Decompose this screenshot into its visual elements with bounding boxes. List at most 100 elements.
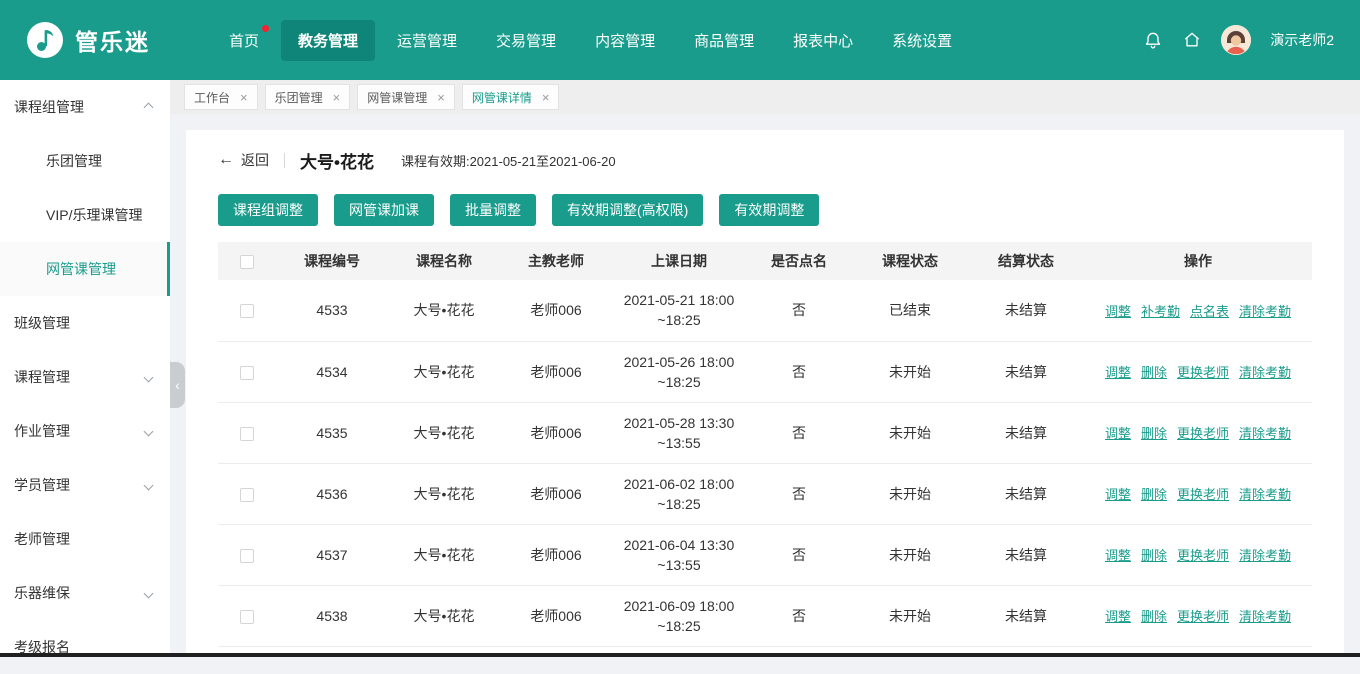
roll-call-cell: 否 xyxy=(746,402,852,463)
row-checkbox[interactable] xyxy=(240,427,254,441)
add-online-course-button[interactable]: 网管课加课 xyxy=(334,194,434,226)
change-teacher-link[interactable]: 更换老师 xyxy=(1177,545,1229,564)
nav-item-content[interactable]: 内容管理 xyxy=(578,20,672,61)
row-checkbox[interactable] xyxy=(240,549,254,563)
column-header: 上课日期 xyxy=(612,242,746,280)
course-id-cell: 4538 xyxy=(276,585,388,646)
validity-adjust-privileged-button[interactable]: 有效期调整(高权限) xyxy=(552,194,703,226)
sidebar-item-label: 课程管理 xyxy=(14,367,145,387)
sidebar-item-homework-mgmt[interactable]: 作业管理 xyxy=(0,404,170,458)
close-icon[interactable]: × xyxy=(240,91,248,104)
row-checkbox[interactable] xyxy=(240,610,254,624)
home-icon[interactable] xyxy=(1182,30,1202,50)
course-name-cell: 大号•花花 xyxy=(388,585,500,646)
delete-link[interactable]: 删除 xyxy=(1141,362,1167,381)
change-teacher-link[interactable]: 更换老师 xyxy=(1177,423,1229,442)
nav-item-operations[interactable]: 运营管理 xyxy=(380,20,474,61)
adjust-link[interactable]: 调整 xyxy=(1105,545,1131,564)
makeup-attendance-link[interactable]: 补考勤 xyxy=(1141,301,1180,320)
avatar[interactable] xyxy=(1221,25,1251,55)
column-header: 主教老师 xyxy=(500,242,612,280)
bell-icon[interactable] xyxy=(1143,30,1163,50)
roll-call-cell: 否 xyxy=(746,280,852,341)
date-cell: 2021-05-21 18:00~18:25 xyxy=(612,280,746,341)
logo-icon xyxy=(26,21,64,59)
sidebar-item-student-mgmt[interactable]: 学员管理 xyxy=(0,458,170,512)
course-table: 课程编号课程名称主教老师上课日期是否点名课程状态结算状态操作 4533大号•花花… xyxy=(218,242,1312,647)
sidebar-item-class-mgmt[interactable]: 班级管理 xyxy=(0,296,170,350)
delete-link[interactable]: 删除 xyxy=(1141,423,1167,442)
sidebar-collapse-handle[interactable]: ‹ xyxy=(170,362,185,408)
course-name-cell: 大号•花花 xyxy=(388,280,500,341)
adjust-link[interactable]: 调整 xyxy=(1105,484,1131,503)
adjust-link[interactable]: 调整 xyxy=(1105,301,1131,320)
nav-item-system-settings[interactable]: 系统设置 xyxy=(875,20,969,61)
sidebar-item-online-course-mgmt[interactable]: 网管课管理 xyxy=(0,242,170,296)
app-header: 管乐迷 首页教务管理运营管理交易管理内容管理商品管理报表中心系统设置 演示老师2 xyxy=(0,0,1360,80)
clear-attendance-link[interactable]: 清除考勤 xyxy=(1239,362,1291,381)
row-checkbox[interactable] xyxy=(240,304,254,318)
change-teacher-link[interactable]: 更换老师 xyxy=(1177,362,1229,381)
select-all-checkbox[interactable] xyxy=(240,255,254,269)
nav-item-products[interactable]: 商品管理 xyxy=(677,20,771,61)
delete-link[interactable]: 删除 xyxy=(1141,484,1167,503)
clear-attendance-link[interactable]: 清除考勤 xyxy=(1239,423,1291,442)
back-label: 返回 xyxy=(241,150,269,170)
detail-header: ← 返回 大号•花花 课程有效期:2021-05-21至2021-06-20 xyxy=(218,148,1312,172)
clear-attendance-link[interactable]: 清除考勤 xyxy=(1239,606,1291,625)
sidebar-item-course-mgmt[interactable]: 课程管理 xyxy=(0,350,170,404)
detail-card: ← 返回 大号•花花 课程有效期:2021-05-21至2021-06-20 课… xyxy=(186,130,1344,657)
sidebar-item-grading-registration[interactable]: 考级报名 xyxy=(0,620,170,674)
change-teacher-link[interactable]: 更换老师 xyxy=(1177,606,1229,625)
sidebar-item-label: 乐团管理 xyxy=(46,151,152,171)
sidebar-item-label: 学员管理 xyxy=(14,475,145,495)
row-checkbox[interactable] xyxy=(240,488,254,502)
close-icon[interactable]: × xyxy=(437,91,445,104)
sidebar: 课程组管理乐团管理 VIP/乐理课管理网管课管理班级管理课程管理作业管理学员管理老… xyxy=(0,80,170,657)
delete-link[interactable]: 删除 xyxy=(1141,545,1167,564)
back-arrow-icon: ← xyxy=(218,152,234,168)
course-group-adjust-button[interactable]: 课程组调整 xyxy=(218,194,318,226)
clear-attendance-link[interactable]: 清除考勤 xyxy=(1239,301,1291,320)
adjust-link[interactable]: 调整 xyxy=(1105,606,1131,625)
settlement-cell: 未结算 xyxy=(968,280,1084,341)
close-icon[interactable]: × xyxy=(542,91,550,104)
change-teacher-link[interactable]: 更换老师 xyxy=(1177,484,1229,503)
tab-online-course-detail[interactable]: 网管课详情× xyxy=(462,84,560,110)
tab-workbench[interactable]: 工作台× xyxy=(184,84,258,110)
adjust-link[interactable]: 调整 xyxy=(1105,423,1131,442)
date-cell: 2021-05-28 13:30~13:55 xyxy=(612,402,746,463)
validity-adjust-button[interactable]: 有效期调整 xyxy=(719,194,819,226)
adjust-link[interactable]: 调整 xyxy=(1105,362,1131,381)
tab-label: 网管课管理 xyxy=(367,89,427,106)
teacher-cell: 老师006 xyxy=(500,585,612,646)
roll-call-sheet-link[interactable]: 点名表 xyxy=(1190,301,1229,320)
delete-link[interactable]: 删除 xyxy=(1141,606,1167,625)
teacher-cell: 老师006 xyxy=(500,280,612,341)
sidebar-item-instrument-maintenance[interactable]: 乐器维保 xyxy=(0,566,170,620)
batch-adjust-button[interactable]: 批量调整 xyxy=(450,194,536,226)
course-date: 2021-06-09 18:00~18:25 xyxy=(622,596,736,636)
actions-cell: 调整删除更换老师清除考勤 xyxy=(1084,402,1312,463)
status-cell: 未开始 xyxy=(852,463,968,524)
roll-call-cell: 否 xyxy=(746,585,852,646)
sidebar-item-vip-theory-mgmt[interactable]: VIP/乐理课管理 xyxy=(0,188,170,242)
sidebar-item-orchestra-mgmt[interactable]: 乐团管理 xyxy=(0,134,170,188)
nav-item-transactions[interactable]: 交易管理 xyxy=(479,20,573,61)
tab-orchestra-mgmt[interactable]: 乐团管理× xyxy=(265,84,351,110)
top-nav: 首页教务管理运营管理交易管理内容管理商品管理报表中心系统设置 xyxy=(212,20,974,61)
row-checkbox[interactable] xyxy=(240,366,254,380)
clear-attendance-link[interactable]: 清除考勤 xyxy=(1239,545,1291,564)
sidebar-item-teacher-mgmt[interactable]: 老师管理 xyxy=(0,512,170,566)
row-checkbox-cell xyxy=(218,585,276,646)
clear-attendance-link[interactable]: 清除考勤 xyxy=(1239,484,1291,503)
username[interactable]: 演示老师2 xyxy=(1270,30,1334,50)
nav-item-home[interactable]: 首页 xyxy=(212,20,276,61)
nav-item-academic-affairs[interactable]: 教务管理 xyxy=(281,20,375,61)
settlement-cell: 未结算 xyxy=(968,585,1084,646)
back-button[interactable]: ← 返回 xyxy=(218,150,269,170)
sidebar-item-course-group-mgmt[interactable]: 课程组管理 xyxy=(0,80,170,134)
nav-item-reports[interactable]: 报表中心 xyxy=(776,20,870,61)
close-icon[interactable]: × xyxy=(333,91,341,104)
tab-online-course-mgmt[interactable]: 网管课管理 × xyxy=(357,84,455,110)
